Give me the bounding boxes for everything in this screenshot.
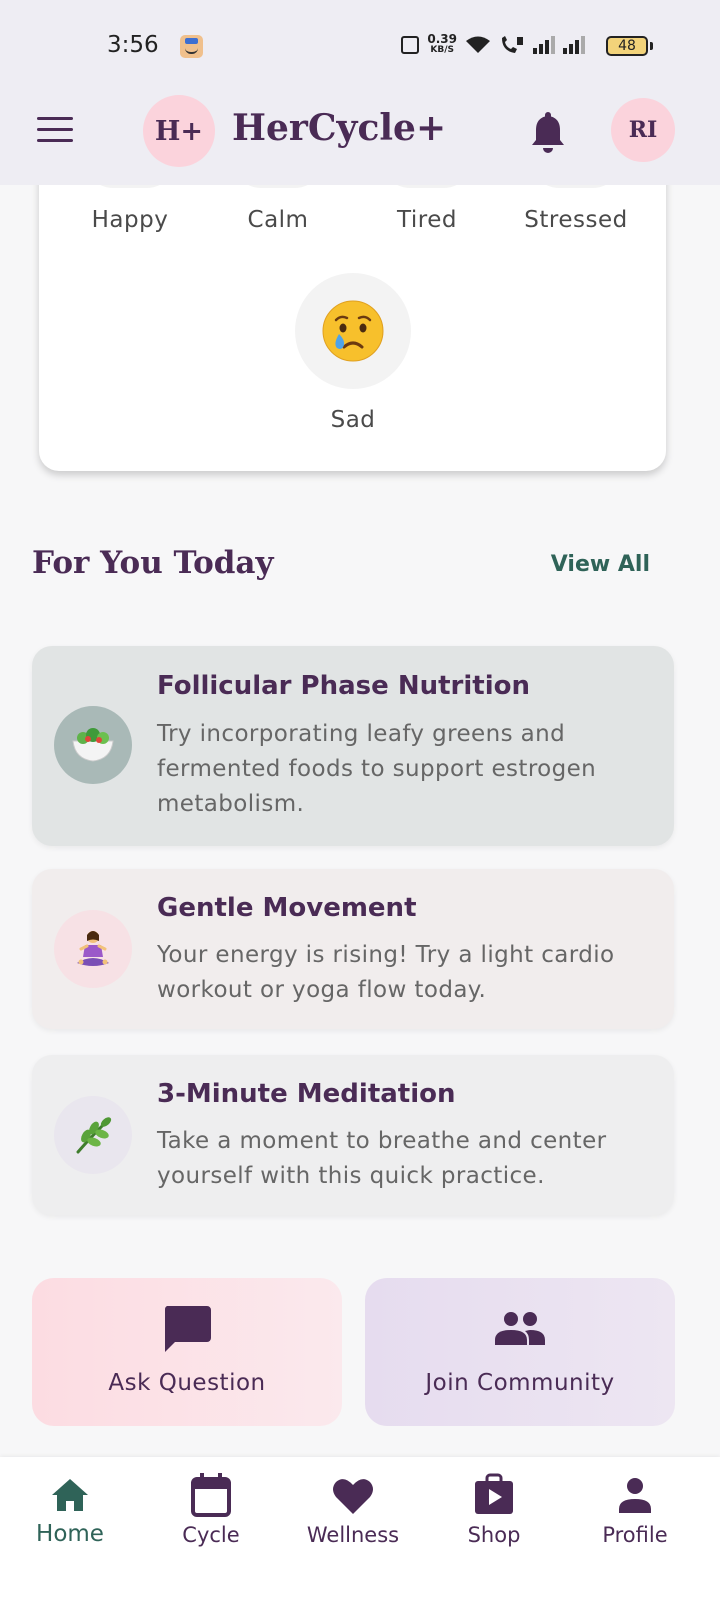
- mood-calm-label[interactable]: Calm: [198, 207, 358, 233]
- card-body-line: Try incorporating leafy greens and: [157, 721, 566, 747]
- nav-profile-label: Profile: [602, 1523, 668, 1547]
- wifi-call-icon: [502, 36, 523, 53]
- mood-happy-label[interactable]: Happy: [50, 207, 210, 233]
- card-body-line: workout or yoga flow today.: [157, 977, 487, 1003]
- nav-wellness[interactable]: Wellness: [283, 1457, 423, 1577]
- salad-icon: [54, 706, 132, 784]
- status-icons: 0.39 KB/S: [401, 32, 585, 56]
- shop-bag-icon: [475, 1473, 513, 1514]
- card-title: Gentle Movement: [157, 893, 417, 923]
- app-logo: H+: [143, 95, 215, 167]
- status-time: 3:56: [107, 32, 159, 58]
- network-speed-unit: KB/S: [430, 45, 454, 55]
- person-icon: [619, 1478, 651, 1513]
- nav-home-label: Home: [36, 1521, 104, 1547]
- card-body: Try incorporating leafy greens and ferme…: [157, 717, 657, 822]
- card-meditation[interactable]: 3-Minute Meditation Take a moment to bre…: [32, 1055, 674, 1215]
- chat-bubble-icon: [164, 1306, 211, 1352]
- battery-level: 48: [606, 36, 648, 56]
- top-app-bar: 3:56 0.39 KB/S 48 H+ HerCycle+ RI: [0, 0, 720, 185]
- card-body: Take a moment to breathe and center your…: [157, 1124, 657, 1194]
- ask-question-label: Ask Question: [108, 1370, 266, 1396]
- notification-bell-icon[interactable]: [528, 110, 568, 154]
- bottom-navigation: Home Cycle Wellness Shop Profile: [0, 1457, 720, 1600]
- card-body-line: fermented foods to support estrogen: [157, 756, 597, 782]
- card-gentle-movement[interactable]: Gentle Movement Your energy is rising! T…: [32, 869, 674, 1029]
- people-icon: [495, 1312, 545, 1345]
- network-speed: 0.39 KB/S: [427, 32, 457, 56]
- nav-home[interactable]: Home: [0, 1457, 140, 1577]
- home-icon: [52, 1479, 88, 1511]
- nav-wellness-label: Wellness: [306, 1523, 400, 1547]
- herb-icon: [54, 1096, 132, 1174]
- notification-app-icon: [180, 35, 203, 58]
- menu-icon[interactable]: [37, 117, 73, 145]
- mood-tired-label[interactable]: Tired: [347, 207, 507, 233]
- nav-shop-label: Shop: [467, 1523, 521, 1547]
- battery-indicator: 48: [606, 36, 653, 56]
- nav-cycle-label: Cycle: [182, 1523, 240, 1547]
- card-follicular-nutrition[interactable]: Follicular Phase Nutrition Try incorpora…: [32, 646, 674, 846]
- card-body: Your energy is rising! Try a light cardi…: [157, 938, 657, 1008]
- signal-icon: [533, 36, 555, 54]
- join-community-button[interactable]: Join Community: [365, 1278, 675, 1426]
- calendar-icon: [191, 1473, 231, 1517]
- nav-cycle[interactable]: Cycle: [141, 1457, 281, 1577]
- section-title: For You Today: [32, 545, 274, 581]
- yoga-person-icon: [54, 910, 132, 988]
- vibrate-icon: [401, 36, 420, 54]
- card-body-line: Your energy is rising! Try a light cardi…: [157, 942, 615, 968]
- card-body-line: yourself with this quick practice.: [157, 1163, 545, 1189]
- mood-sad-label[interactable]: Sad: [273, 407, 433, 433]
- card-title: Follicular Phase Nutrition: [157, 671, 530, 701]
- crying-face-icon: [322, 300, 384, 362]
- avatar[interactable]: RI: [611, 98, 675, 162]
- card-title: 3-Minute Meditation: [157, 1079, 456, 1109]
- ask-question-button[interactable]: Ask Question: [32, 1278, 342, 1426]
- join-community-label: Join Community: [425, 1370, 615, 1396]
- view-all-link[interactable]: View All: [551, 552, 650, 577]
- card-body-line: Take a moment to breathe and center: [157, 1128, 607, 1154]
- app-title: HerCycle+: [232, 107, 447, 149]
- card-body-line: metabolism.: [157, 791, 305, 817]
- heart-icon: [333, 1479, 373, 1514]
- nav-profile[interactable]: Profile: [565, 1457, 705, 1577]
- network-speed-value: 0.39: [427, 32, 457, 46]
- wifi-icon: [466, 36, 490, 53]
- signal-icon-2: [563, 36, 585, 54]
- mood-stressed-label[interactable]: Stressed: [496, 207, 656, 233]
- nav-shop[interactable]: Shop: [424, 1457, 564, 1577]
